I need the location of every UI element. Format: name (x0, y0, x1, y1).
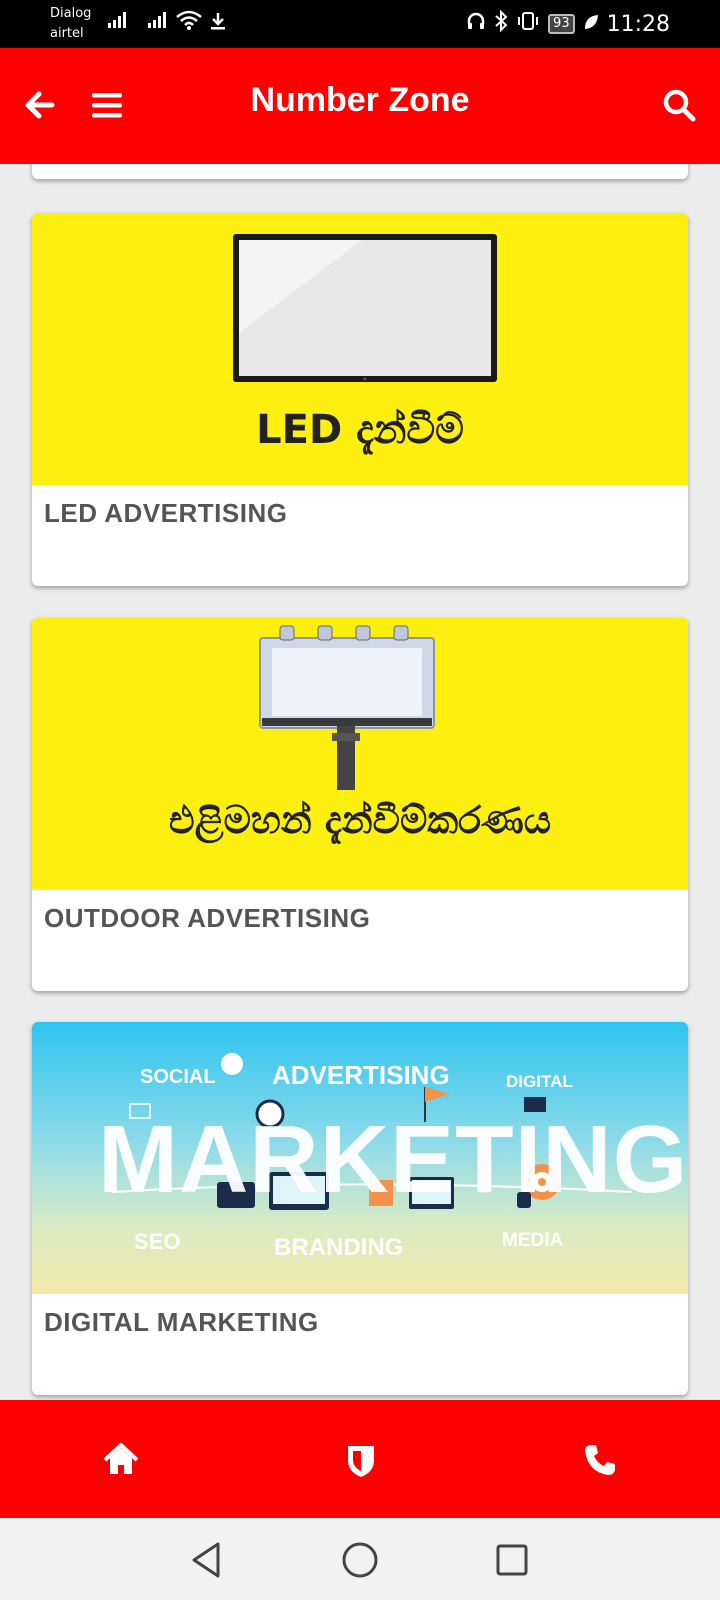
word-branding: BRANDING (274, 1234, 404, 1261)
card-title: OUTDOOR ADVERTISING (44, 903, 371, 933)
word-social: SOCIAL (140, 1066, 216, 1088)
carrier-name-2: airtel (50, 26, 84, 41)
status-bar: Dialog airtel 93 11:28 (0, 0, 720, 48)
app-title: Number Zone (250, 81, 470, 119)
carrier-name-1: Dialog (50, 6, 92, 21)
app-bar: Number Zone (0, 48, 720, 164)
word-digital: DIGITAL (506, 1072, 573, 1091)
carrier-info: Dialog airtel (50, 4, 91, 44)
card-list[interactable]: LED දැන්වීම් LED ADVERTISING එළිමහන් දැන… (0, 164, 720, 1400)
signal-2-icon (148, 12, 166, 28)
signal-icon (108, 12, 126, 28)
back-triangle-icon[interactable] (184, 1538, 228, 1582)
led-image: LED දැන්වීම් (32, 213, 688, 485)
bluetooth-icon (494, 9, 508, 38)
headphones-icon (466, 11, 486, 37)
card-title: LED ADVERTISING (44, 498, 288, 528)
card-partial[interactable] (32, 164, 688, 179)
wifi-icon (176, 10, 202, 35)
card-digital-marketing[interactable]: SOCIAL ADVERTISING DIGITAL MARKETING SEO… (32, 1022, 688, 1395)
phone-icon[interactable] (580, 1440, 620, 1480)
battery-indicator: 93 (548, 14, 575, 34)
led-caption: LED දැන්වීම් (256, 407, 464, 453)
search-icon[interactable] (662, 88, 696, 122)
bottom-nav (0, 1400, 720, 1518)
clock-time: 11:28 (606, 11, 670, 37)
word-media: MEDIA (502, 1230, 564, 1251)
outdoor-caption: එළිමහන් දැන්වීම්කරණය (168, 798, 552, 842)
card-led-advertising[interactable]: LED දැන්වීම් LED ADVERTISING (32, 213, 688, 586)
word-marketing: MARKETING (98, 1106, 688, 1213)
card-outdoor-advertising[interactable]: එළිමහන් දැන්වීම්කරණය OUTDOOR ADVERTISING (32, 618, 688, 991)
shield-icon[interactable] (341, 1440, 381, 1480)
home-circle-icon[interactable] (338, 1538, 382, 1582)
leaf-icon (583, 12, 599, 37)
vibrate-icon (516, 11, 540, 37)
status-right: 93 11:28 (466, 9, 670, 38)
recents-square-icon[interactable] (490, 1538, 534, 1582)
billboard-image: එළිමහන් දැන්වීම්කරණය (32, 618, 688, 890)
word-advertising: ADVERTISING (272, 1060, 450, 1090)
home-icon[interactable] (101, 1440, 141, 1480)
download-icon (210, 12, 226, 34)
card-title: DIGITAL MARKETING (44, 1307, 319, 1337)
system-nav-bar (0, 1518, 720, 1600)
word-seo: SEO (134, 1229, 181, 1254)
marketing-image: SOCIAL ADVERTISING DIGITAL MARKETING SEO… (32, 1022, 688, 1294)
